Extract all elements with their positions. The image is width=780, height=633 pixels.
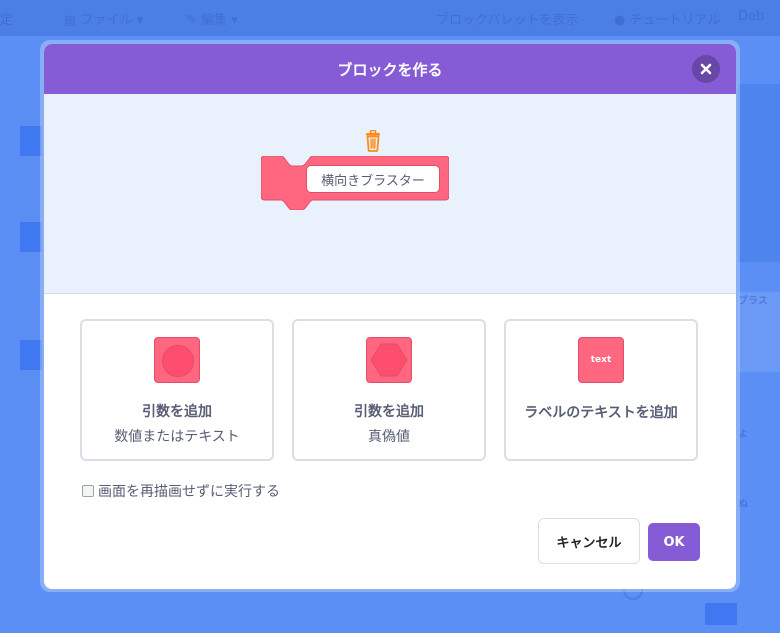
- option-title: 引数を追加: [142, 404, 212, 420]
- sprite-name-label: ブラス: [738, 296, 768, 307]
- ok-button[interactable]: OK: [648, 523, 700, 561]
- menu-file-label: ファイル: [80, 13, 133, 28]
- block-name-input[interactable]: 横向きブラスター: [306, 165, 440, 193]
- stage-panel: [738, 84, 780, 262]
- boolean-input-icon: [366, 337, 412, 383]
- run-without-refresh-checkbox[interactable]: [82, 485, 94, 497]
- add-label-text-button[interactable]: text ラベルのテキストを追加: [504, 319, 698, 461]
- menu-edit-label: 編集: [201, 13, 228, 28]
- block-workspace: 横向きブラスター: [44, 94, 736, 294]
- option-title: 引数を追加: [354, 404, 424, 420]
- menu-tutorial-label: チュートリアル: [629, 13, 721, 28]
- category-button[interactable]: [20, 126, 42, 156]
- menu-tutorial[interactable]: ● チュートリアル: [614, 9, 720, 28]
- dialog-title: ブロックを作る: [337, 60, 443, 79]
- stage-thumbnail[interactable]: [705, 603, 737, 625]
- cancel-button[interactable]: キャンセル: [538, 518, 640, 564]
- option-subtitle: 数値またはテキスト: [114, 429, 240, 445]
- category-button[interactable]: [20, 340, 42, 370]
- menu-account[interactable]: Deb: [738, 9, 764, 24]
- round-input-icon: [154, 337, 200, 383]
- dialog-header: ブロックを作る: [44, 44, 736, 94]
- close-button[interactable]: [692, 55, 720, 83]
- label-text-icon-caption: text: [590, 355, 612, 365]
- menu-edit[interactable]: ✎ 編集 ▾: [186, 9, 238, 28]
- label-text-icon: text: [578, 337, 624, 383]
- trash-icon[interactable]: [363, 130, 383, 152]
- option-title: ラベルのテキストを追加: [524, 405, 678, 421]
- add-number-text-input-button[interactable]: 引数を追加 数値またはテキスト: [80, 319, 274, 461]
- menu-file[interactable]: ▤ ファイル ▾: [64, 9, 143, 28]
- make-block-dialog: ブロックを作る 横向きブラスター 引数を追加 数値またはテキスト 引数を追加 真…: [44, 44, 736, 589]
- menu-settings[interactable]: 定: [0, 9, 13, 28]
- option-subtitle: 真偽値: [368, 429, 410, 445]
- category-button[interactable]: [20, 222, 42, 252]
- run-without-refresh-option[interactable]: 画面を再描画せずに実行する: [82, 481, 280, 501]
- menu-palette[interactable]: ブロックパレットを表示: [436, 9, 578, 28]
- menu-bar: 定 ▤ ファイル ▾ ✎ 編集 ▾ ブロックパレットを表示 ● チュートリアル …: [0, 0, 780, 36]
- checkbox-label: 画面を再描画せずに実行する: [98, 484, 280, 500]
- close-icon: [700, 63, 712, 75]
- add-boolean-input-button[interactable]: 引数を追加 真偽値: [292, 319, 486, 461]
